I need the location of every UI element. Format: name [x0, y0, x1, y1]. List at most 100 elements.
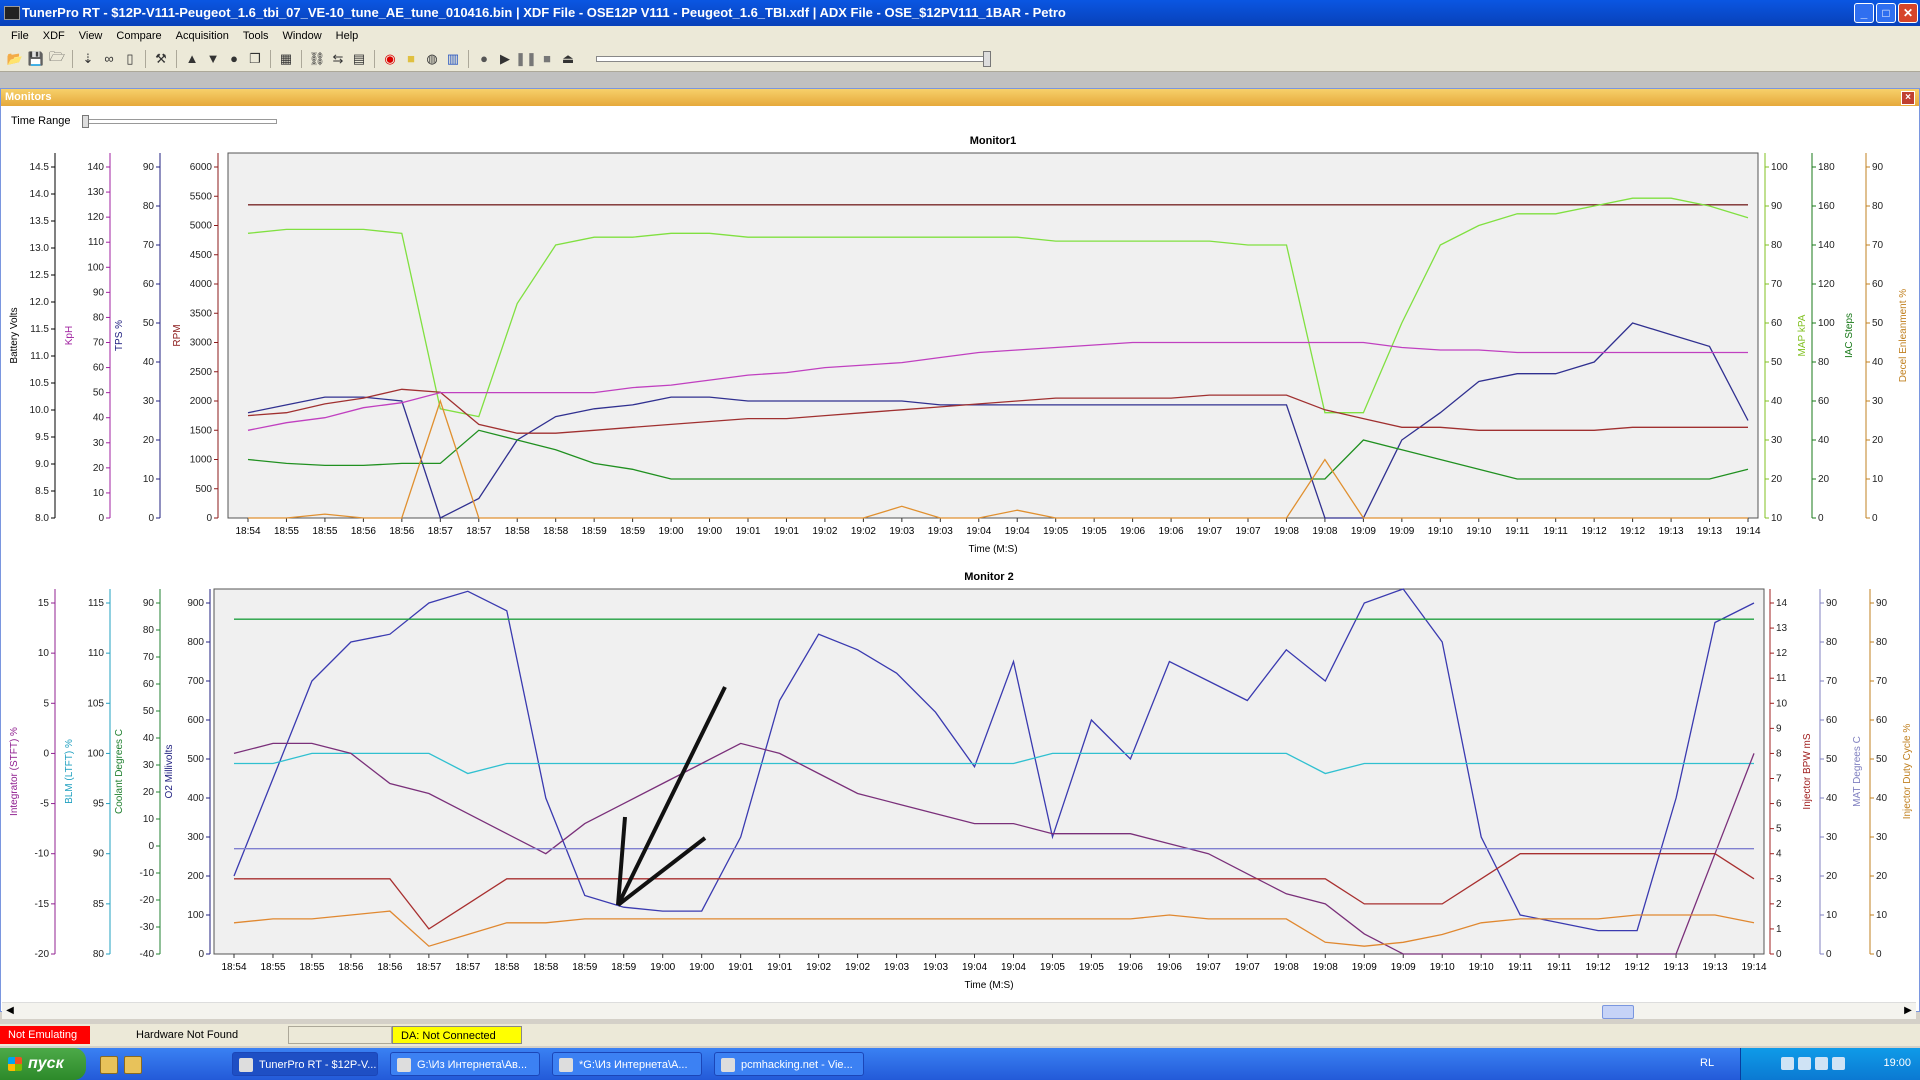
monitor1-axis-tick-label: 3000	[190, 338, 213, 349]
monitor1-axis-tick-label: 120	[87, 212, 104, 223]
monitor2-axis-tick-label: 80	[1826, 637, 1838, 648]
monitor1-x-tick-label: 19:02	[851, 526, 876, 537]
monitor2-axis-tick-label: 8	[1776, 748, 1782, 759]
monitor2-axis-title: BLM (LTFT) %	[64, 739, 75, 804]
monitor1-axis-tick-label: 40	[1872, 357, 1884, 368]
monitor1-x-tick-label: 19:09	[1389, 526, 1414, 537]
monitor2-axis-tick-label: 0	[148, 841, 154, 852]
quick-launch	[100, 1056, 142, 1074]
monitor1-axis-tick-label: 110	[88, 237, 104, 248]
task-browser[interactable]: pcmhacking.net - Vie...	[714, 1052, 864, 1076]
monitor1-axis-title: Decel Enleanment %	[1898, 289, 1909, 382]
monitor1-axis-tick-label: 100	[1771, 162, 1788, 173]
tray-app-icon[interactable]	[1832, 1057, 1845, 1070]
monitor1-axis-tick-label: 60	[1872, 279, 1884, 290]
monitor2-title: Monitor 2	[964, 571, 1014, 583]
tray-volume-icon[interactable]	[1798, 1057, 1811, 1070]
monitor2-axis-tick-label: 30	[143, 760, 155, 771]
monitor1-axis-tick-label: 0	[1818, 513, 1824, 524]
monitor1-x-tick-label: 19:01	[774, 526, 799, 537]
monitor2-axis-tick-label: 50	[143, 706, 155, 717]
monitor2-x-tick-label: 19:02	[845, 962, 870, 973]
tunerpro-icon	[239, 1058, 253, 1072]
monitor2-axis-tick-label: 90	[93, 849, 105, 860]
monitor2-x-tick-label: 19:03	[923, 962, 948, 973]
monitor2-axis-tick-label: 9	[1776, 723, 1782, 734]
task-tunerpro[interactable]: TunerPro RT - $12P-V...	[232, 1052, 378, 1076]
monitor2-axis-tick-label: 50	[1876, 754, 1888, 765]
tray-security-icon[interactable]	[1815, 1057, 1828, 1070]
monitor1-x-tick-label: 18:55	[312, 526, 337, 537]
monitor2-axis-tick-label: 10	[143, 814, 155, 825]
monitor1-x-tick-label: 19:02	[812, 526, 837, 537]
monitor1-x-tick-label: 19:11	[1505, 526, 1530, 537]
windows-flag-icon	[8, 1057, 22, 1071]
language-indicator[interactable]: RL	[1700, 1057, 1714, 1069]
monitor2-x-tick-label: 19:00	[650, 962, 675, 973]
monitor1-axis-tick-label: 120	[1818, 279, 1835, 290]
monitor1-x-tick-label: 19:12	[1582, 526, 1607, 537]
monitor1-x-tick-label: 19:03	[889, 526, 914, 537]
status-bar: Not Emulating Hardware Not Found DA: Not…	[0, 1024, 1920, 1046]
tray-network-icon[interactable]	[1781, 1057, 1794, 1070]
monitor1-x-tick-label: 19:09	[1351, 526, 1376, 537]
monitor1-x-tick-label: 19:08	[1274, 526, 1299, 537]
monitor2-axis-tick-label: 4	[1776, 849, 1782, 860]
monitor2-axis-tick-label: 90	[143, 598, 155, 609]
monitor1-axis-tick-label: 70	[93, 338, 105, 349]
monitor2-x-tick-label: 19:11	[1508, 962, 1533, 973]
monitor2-x-tick-label: 19:10	[1430, 962, 1455, 973]
quick-launch-folder-icon[interactable]	[100, 1056, 118, 1074]
monitor2-axis-tick-label: 40	[143, 733, 155, 744]
monitor1-axis-tick-label: 20	[1818, 474, 1830, 485]
monitor2-axis-tick-label: 900	[187, 598, 204, 609]
monitor2-x-tick-label: 19:04	[962, 962, 987, 973]
monitor1-axis-tick-label: 60	[143, 279, 155, 290]
monitor1-axis-tick-label: 10.0	[30, 405, 50, 416]
monitor1-axis-tick-label: 20	[1771, 474, 1783, 485]
monitor1-x-tick-label: 19:10	[1466, 526, 1491, 537]
monitor2-x-tick-label: 19:07	[1196, 962, 1221, 973]
monitor1-x-tick-label: 19:11	[1544, 526, 1569, 537]
monitor2-axis-tick-label: 10	[38, 648, 50, 659]
monitor2-axis-tick-label: 40	[1876, 793, 1888, 804]
monitor2-x-tick-label: 19:04	[1001, 962, 1026, 973]
scroll-right-icon[interactable]: ▶	[1900, 1003, 1916, 1019]
monitor2-x-tick-label: 19:02	[806, 962, 831, 973]
horizontal-scrollbar[interactable]: ◀ ▶	[2, 1002, 1916, 1019]
monitor1-axis-tick-label: 3500	[190, 308, 213, 319]
task-folder-1[interactable]: G:\Из Интернета\Ав...	[390, 1052, 540, 1076]
scroll-left-icon[interactable]: ◀	[2, 1003, 18, 1019]
monitor1-axis-tick-label: 9.0	[35, 459, 49, 470]
monitor2-axis-tick-label: 70	[1876, 676, 1888, 687]
quick-launch-app-icon[interactable]	[124, 1056, 142, 1074]
monitor2-axis-tick-label: 10	[1776, 698, 1788, 709]
monitor1-axis-tick-label: 10	[143, 474, 155, 485]
editor-icon	[559, 1058, 573, 1072]
monitor1-axis-tick-label: 80	[1818, 357, 1830, 368]
monitor1-axis-title: Battery Volts	[9, 307, 20, 363]
monitor2-axis-tick-label: 800	[187, 637, 204, 648]
monitor2-axis-tick-label: 20	[1876, 871, 1888, 882]
monitor1-axis-title: KpH	[64, 326, 75, 345]
monitor1-axis-tick-label: 2000	[190, 396, 213, 407]
monitor2-axis-tick-label: 5	[1776, 824, 1782, 835]
scroll-thumb[interactable]	[1602, 1005, 1634, 1019]
monitor1-axis-tick-label: 5000	[190, 221, 213, 232]
monitor2-axis-tick-label: 6	[1776, 799, 1782, 810]
task-folder-2[interactable]: *G:\Из Интернета\А...	[552, 1052, 702, 1076]
monitor2-axis-tick-label: 110	[88, 648, 104, 659]
monitor2-x-tick-label: 19:08	[1313, 962, 1338, 973]
monitor1-axis-tick-label: 90	[93, 287, 105, 298]
monitor1-axis-tick-label: 30	[1771, 435, 1783, 446]
monitor1-x-tick-label: 19:04	[966, 526, 991, 537]
start-button[interactable]: пуск	[0, 1048, 86, 1080]
monitor1-axis-tick-label: 500	[195, 484, 212, 495]
monitor1-axis-tick-label: 8.0	[35, 513, 49, 524]
monitor1-axis-tick-label: 50	[143, 318, 155, 329]
monitor2-axis-tick-label: 1	[1776, 924, 1782, 935]
monitor1-axis-tick-label: 180	[1818, 162, 1835, 173]
monitor1-title: Monitor1	[970, 135, 1016, 147]
monitor1-axis-tick-label: 40	[93, 413, 105, 424]
monitor1-axis-tick-label: 40	[1771, 396, 1783, 407]
